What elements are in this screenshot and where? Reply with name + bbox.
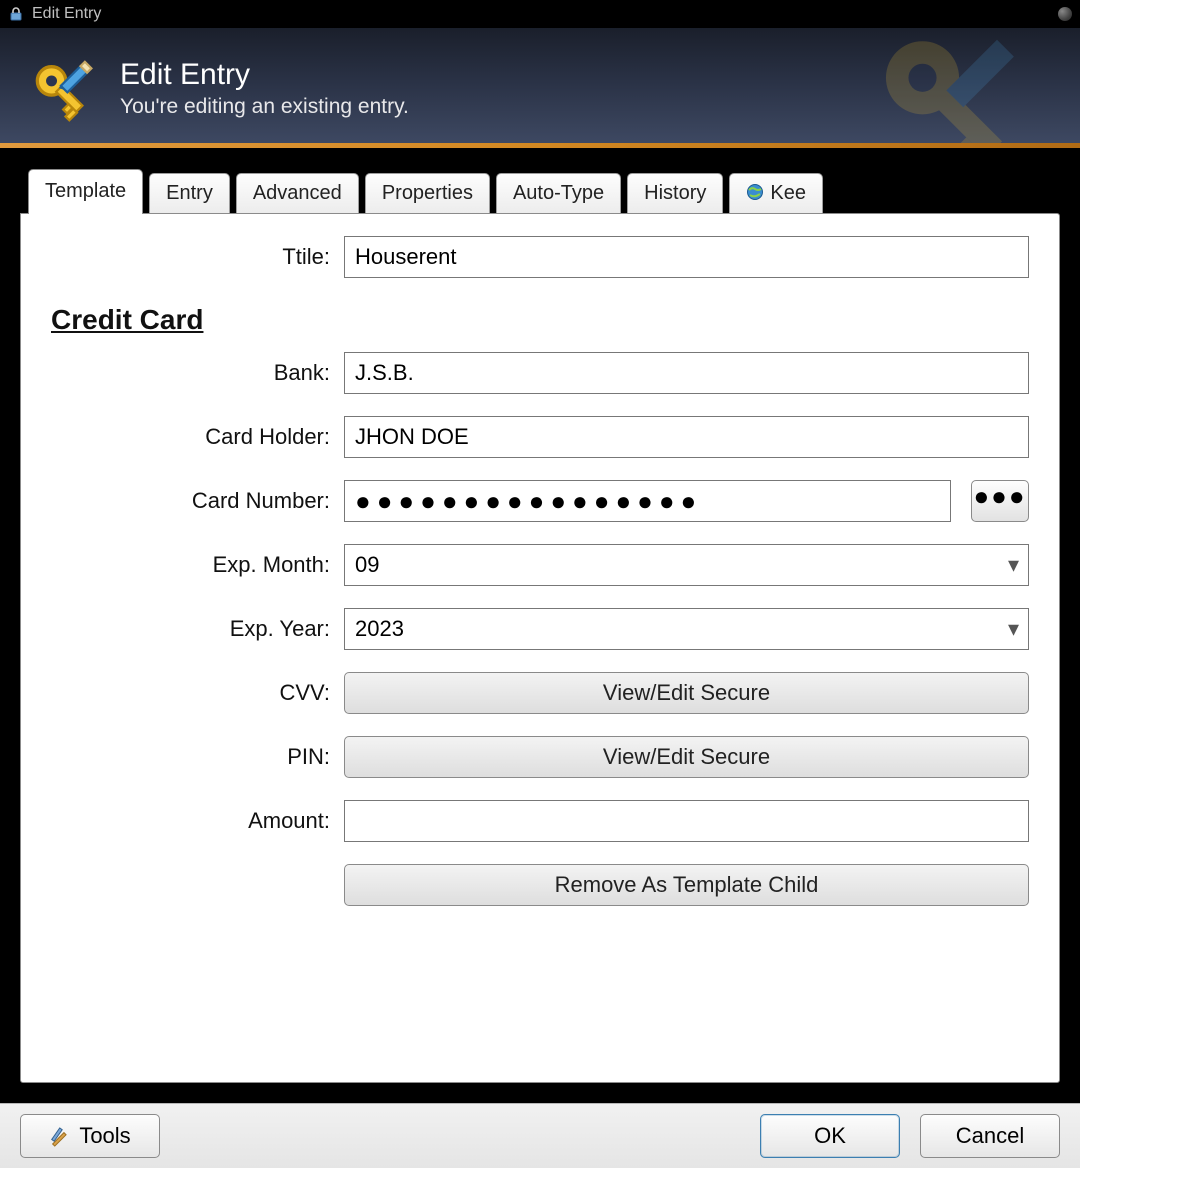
card-number-input[interactable]: ●●●●●●●●●●●●●●●●	[344, 480, 951, 522]
edit-entry-window: Edit Entry	[0, 0, 1080, 1168]
tab-history[interactable]: History	[627, 173, 723, 214]
tools-icon	[49, 1125, 71, 1147]
exp-year-label: Exp. Year:	[51, 616, 336, 642]
exp-month-label: Exp. Month:	[51, 552, 336, 578]
dialog-subtitle: You're editing an existing entry.	[120, 95, 409, 119]
dialog-title: Edit Entry	[120, 58, 409, 91]
titlebar: Edit Entry	[0, 0, 1080, 28]
reveal-card-number-button[interactable]: ●●●	[971, 480, 1029, 522]
tools-button[interactable]: Tools	[20, 1114, 160, 1158]
title-label: Ttile:	[51, 244, 336, 270]
dialog-body: Template Entry Advanced Properties Auto-…	[0, 148, 1080, 1103]
amount-input[interactable]	[344, 800, 1029, 842]
header-watermark-key-icon	[862, 28, 1042, 148]
pin-label: PIN:	[51, 744, 336, 770]
exp-month-combo[interactable]: ▾	[344, 544, 1029, 586]
ok-button[interactable]: OK	[760, 1114, 900, 1158]
tab-kee[interactable]: Kee	[729, 173, 823, 214]
exp-year-input[interactable]	[344, 608, 1029, 650]
remove-as-template-child-button[interactable]: Remove As Template Child	[344, 864, 1029, 906]
cvv-label: CVV:	[51, 680, 336, 706]
tab-entry[interactable]: Entry	[149, 173, 230, 214]
bank-input[interactable]	[344, 352, 1029, 394]
tabstrip: Template Entry Advanced Properties Auto-…	[20, 168, 1060, 213]
card-number-label: Card Number:	[51, 488, 336, 514]
tab-autotype[interactable]: Auto-Type	[496, 173, 621, 214]
bank-label: Bank:	[51, 360, 336, 386]
exp-month-input[interactable]	[344, 544, 1029, 586]
amount-label: Amount:	[51, 808, 336, 834]
tab-properties[interactable]: Properties	[365, 173, 490, 214]
key-edit-icon	[28, 53, 98, 123]
globe-icon	[746, 183, 764, 201]
tab-template-page: Ttile: Credit Card Bank: Card Holder: Ca…	[20, 213, 1060, 1083]
tools-button-label: Tools	[79, 1123, 130, 1149]
dialog-footer: Tools OK Cancel	[0, 1103, 1080, 1168]
tab-template[interactable]: Template	[28, 169, 143, 214]
section-credit-card: Credit Card	[51, 278, 1029, 348]
menu-bullet-icon[interactable]	[1058, 7, 1072, 21]
card-holder-input[interactable]	[344, 416, 1029, 458]
pin-view-edit-button[interactable]: View/Edit Secure	[344, 736, 1029, 778]
tab-advanced[interactable]: Advanced	[236, 173, 359, 214]
title-input[interactable]	[344, 236, 1029, 278]
dialog-header: Edit Entry You're editing an existing en…	[0, 28, 1080, 148]
cancel-button[interactable]: Cancel	[920, 1114, 1060, 1158]
lock-icon	[8, 6, 24, 22]
window-title: Edit Entry	[32, 0, 101, 28]
card-holder-label: Card Holder:	[51, 424, 336, 450]
exp-year-combo[interactable]: ▾	[344, 608, 1029, 650]
cvv-view-edit-button[interactable]: View/Edit Secure	[344, 672, 1029, 714]
